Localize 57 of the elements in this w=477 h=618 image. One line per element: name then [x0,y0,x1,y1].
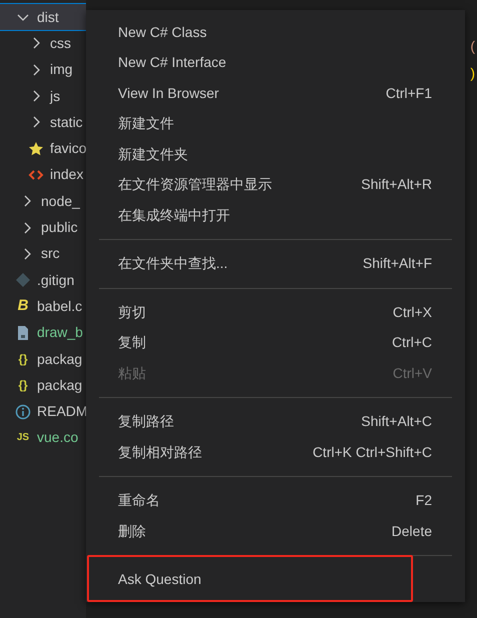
menu-item[interactable]: 在文件资源管理器中显示 Shift+Alt+R [86,170,465,200]
menu-item[interactable]: 复制相对路径 Ctrl+K Ctrl+Shift+C [86,437,465,468]
file-name: .gitign [37,270,74,290]
file-type-icon: {} [15,350,31,368]
file-name: babel.c [37,296,82,316]
menu-item[interactable]: 复制路径 Shift+Alt+C [86,406,465,437]
file-name: css [50,34,71,53]
file-name: dist [37,8,59,27]
file-name: index [50,165,84,184]
file-type-icon: JS [15,430,31,446]
tree-item[interactable]: .gitign [0,266,86,294]
diamond-icon [15,272,31,288]
file-name: packag [37,376,82,395]
file-name: vue.co [37,428,78,448]
tree-item[interactable]: draw_b [0,320,86,346]
menu-item[interactable]: New C# Class [86,17,465,48]
file-name: public [41,218,78,238]
menu-item[interactable]: 重命名 F2 [86,486,465,516]
tree-item[interactable]: favico [0,135,86,162]
tree-item[interactable]: {} packag [0,372,86,398]
tree-item[interactable]: index [0,162,86,188]
tree-item[interactable]: src [0,240,86,267]
info-icon [15,404,31,420]
tree-item[interactable]: B babel.c [0,293,86,320]
star-icon [28,140,44,157]
file-icon [15,324,31,341]
tree-item[interactable]: dist [0,4,86,30]
tree-item[interactable]: node_ [0,188,86,214]
file-name: src [41,244,60,264]
file-name: draw_b [37,323,83,342]
file-name: img [50,60,73,80]
file-name: static [50,112,83,132]
menu-item[interactable]: 在文件夹中查找... Shift+Alt+F [86,248,465,279]
tree-item[interactable]: img [0,56,86,83]
file-name: js [50,86,60,106]
menu-item[interactable]: 复制 Ctrl+C [86,328,465,358]
menu-item[interactable]: View In Browser Ctrl+F1 [86,78,465,108]
tree-item[interactable]: static [0,109,86,136]
code-text: ( [470,37,476,56]
file-type-icon: B [15,295,31,318]
menu-item[interactable]: Ask Question [86,564,465,595]
file-name: packag [37,350,82,369]
menu-item[interactable]: 剪切 Ctrl+X [86,297,465,328]
file-name: favico [50,139,86,158]
file-name: node_ [41,192,80,211]
tree-item[interactable]: JS vue.co [0,424,86,452]
menu-item[interactable]: 删除 Delete [86,516,465,546]
tree-item[interactable]: {} packag [0,346,86,372]
menu-item[interactable]: 新建文件夹 [86,139,465,170]
tree-item[interactable]: public [0,214,86,241]
file-type-icon: {} [15,376,31,394]
menu-item[interactable]: New C# Interface [86,48,465,78]
tree-item[interactable]: css [0,30,86,57]
menu-item[interactable]: 在集成终端中打开 [86,200,465,230]
tree-item[interactable]: js [0,82,86,110]
menu-item[interactable]: 新建文件 [86,108,465,139]
code-text: ) [470,64,476,83]
